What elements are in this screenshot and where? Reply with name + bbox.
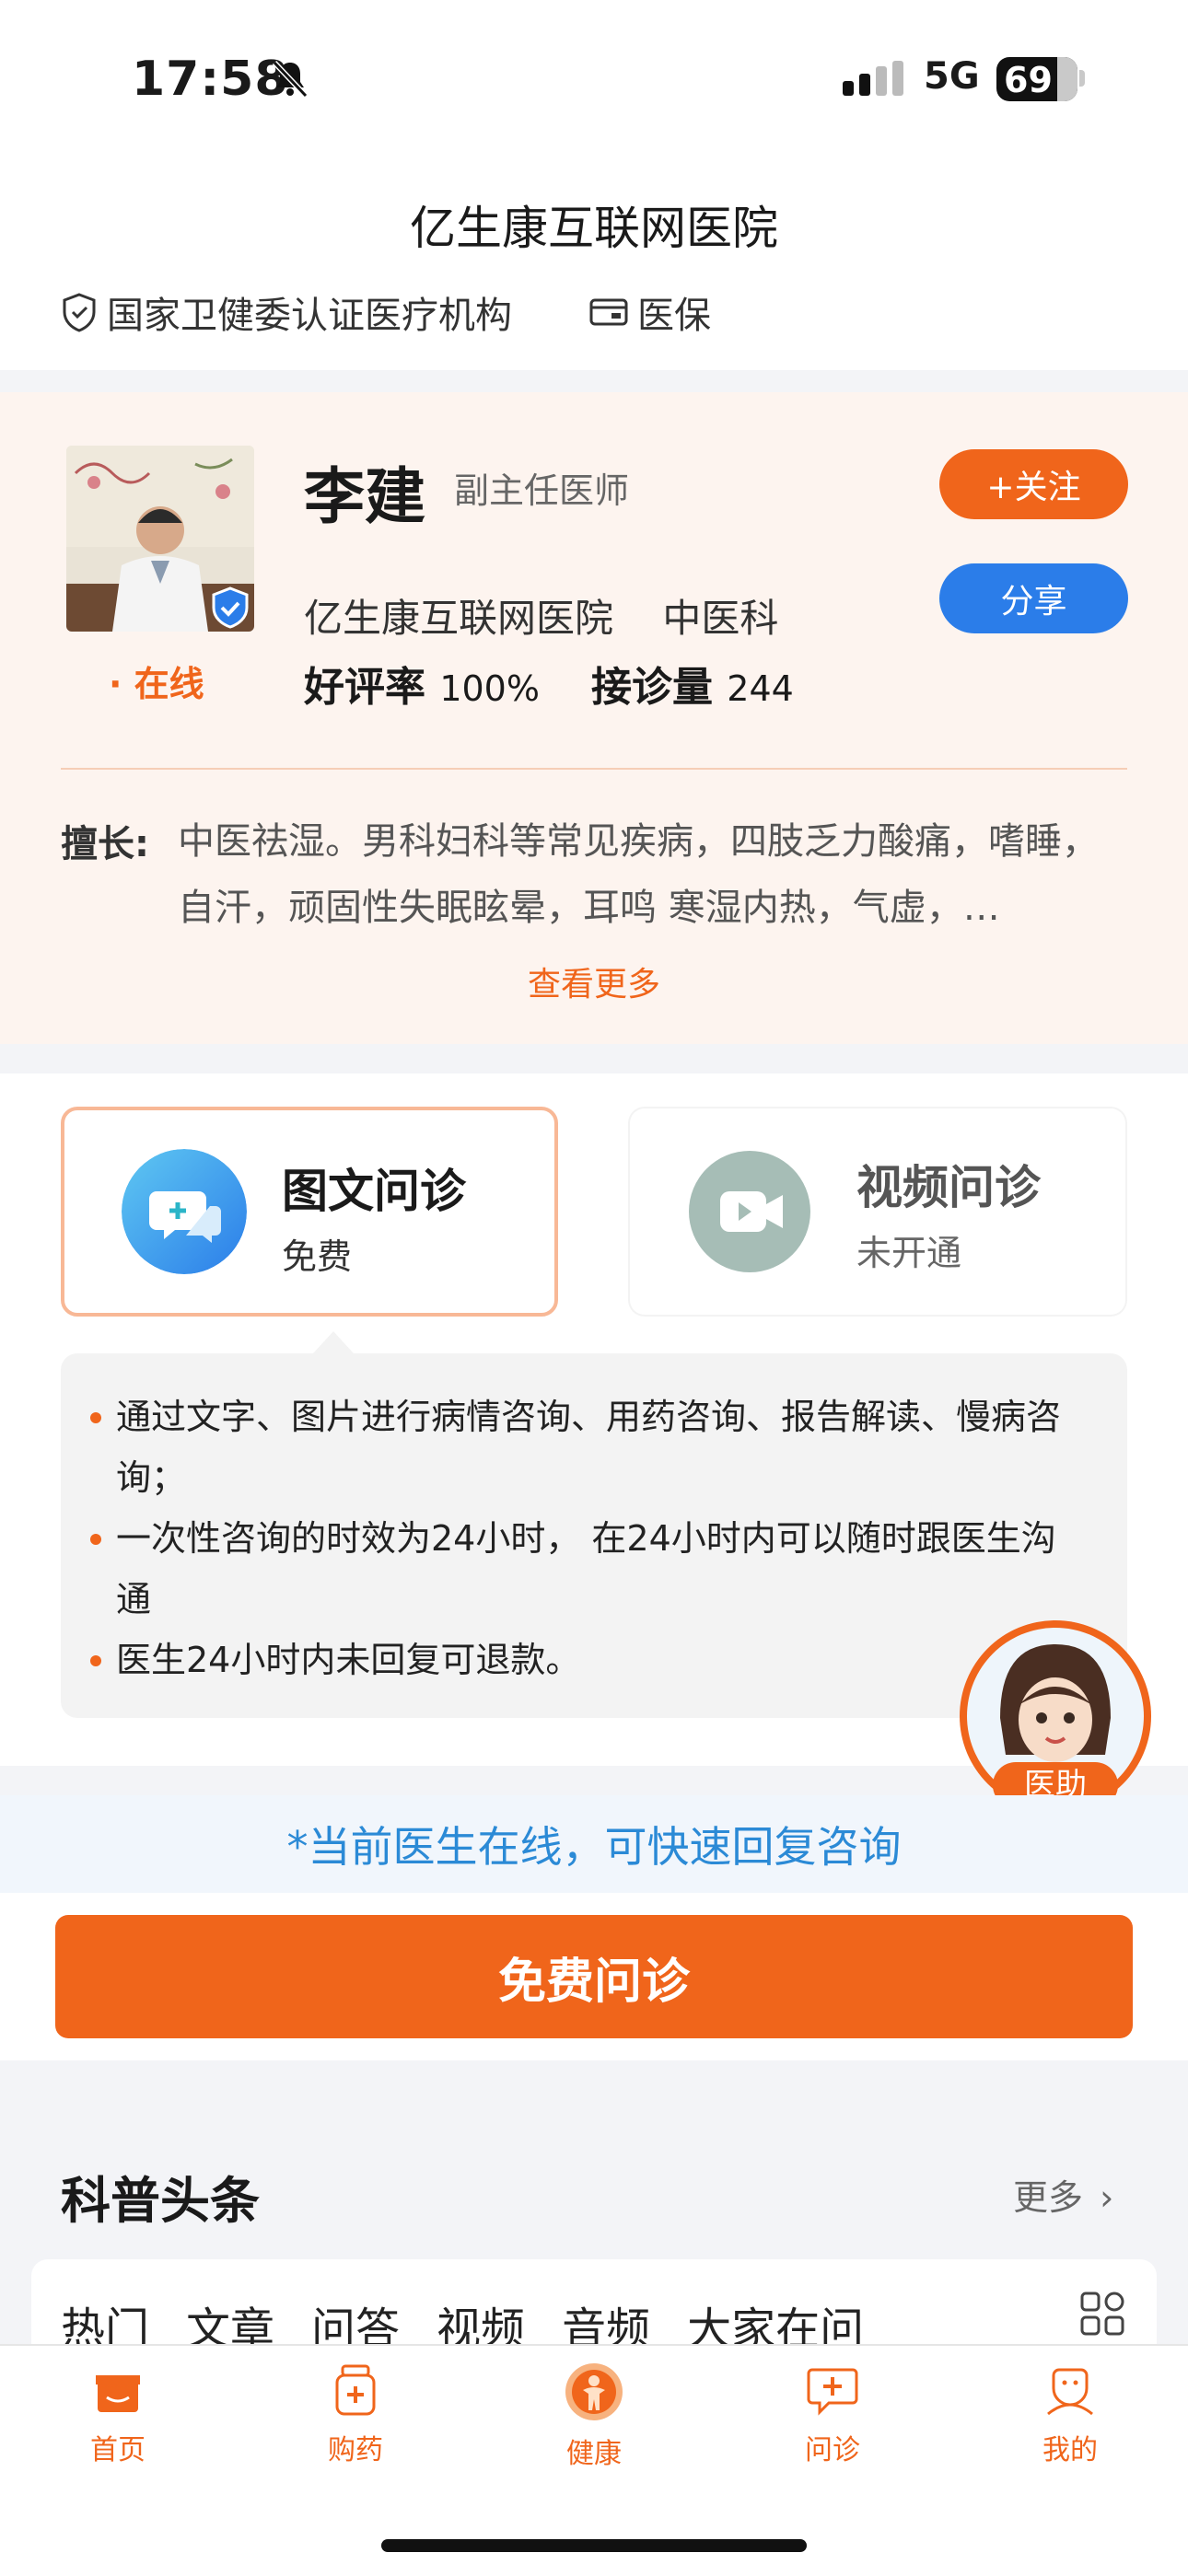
nav-profile[interactable]: 我的 [1006, 2362, 1135, 2467]
description-item: 医生24小时内未回复可退款。 [90, 1630, 1090, 1690]
insurance-tag: 医保 [589, 285, 711, 339]
option-title: 图文问诊 [282, 1165, 466, 1218]
more-label: 更多 [1013, 2177, 1084, 2218]
section-title: 科普头条 [61, 2172, 260, 2230]
doctor-stats: 好评率 100% 接诊量 244 [304, 654, 794, 713]
chat-bubble-icon [122, 1149, 247, 1274]
more-link[interactable]: 更多 › [1013, 2169, 1113, 2220]
battery-level: 69 [1004, 60, 1053, 100]
department-name: 中医科 [662, 596, 779, 641]
nav-label: 我的 [1042, 2434, 1098, 2466]
description-item: 通过文字、图片进行病情咨询、用药咨询、报告解读、慢病咨询； [90, 1387, 1090, 1508]
video-consult-option[interactable]: 视频问诊 未开通 [628, 1107, 1127, 1317]
option-title: 视频问诊 [856, 1161, 1041, 1214]
online-status: · 在线 [109, 664, 204, 704]
nav-label: 购药 [328, 2434, 383, 2466]
view-more-link[interactable]: 查看更多 [0, 957, 1188, 1005]
description-item: 一次性咨询的时效为24小时， 在24小时内可以随时跟医生沟通 [90, 1508, 1090, 1630]
doctor-name: 李建 [304, 461, 425, 532]
specialty-label: 擅长: [61, 823, 149, 865]
option-status: 未开通 [856, 1233, 962, 1273]
nav-label: 健康 [566, 2438, 622, 2470]
verified-badge-icon [212, 586, 249, 629]
card-divider [61, 768, 1127, 770]
text-consult-option[interactable]: 图文问诊 免费 [61, 1107, 558, 1317]
health-icon [565, 2363, 623, 2420]
doctor-title: 副主任医师 [454, 470, 630, 511]
medicine-icon [335, 2364, 376, 2416]
nav-health[interactable]: 健康 [530, 2362, 658, 2471]
rating-value: 100% [439, 668, 540, 709]
follow-button[interactable]: +关注 [939, 449, 1128, 519]
nav-home[interactable]: 首页 [53, 2362, 182, 2467]
battery-icon: 69 [996, 57, 1077, 101]
visits-label: 接诊量 [590, 664, 713, 711]
network-type: 5G [924, 55, 980, 98]
home-indicator [381, 2539, 807, 2552]
shield-icon [63, 293, 96, 332]
profile-icon [1047, 2368, 1093, 2416]
nav-label: 问诊 [805, 2434, 860, 2466]
nav-medicine[interactable]: 购药 [291, 2362, 420, 2467]
mute-bell-icon [272, 60, 309, 99]
battery-tip [1079, 70, 1085, 87]
option-price: 免费 [282, 1236, 353, 1277]
specialty-text: 中医祛湿。男科妇科等常见疾病，四肢乏力酸痛，嗜睡，自汗，顽固性失眠眩晕，耳鸣 寒… [178, 820, 1099, 929]
rating-label: 好评率 [304, 664, 425, 711]
doctor-affiliation: 亿生康互联网医院 中医科 [304, 587, 778, 644]
grid-menu-icon[interactable] [1079, 2291, 1125, 2337]
free-consult-button[interactable]: 免费问诊 [55, 1915, 1133, 2038]
visits-stat: 接诊量 244 [591, 654, 794, 713]
consult-icon [807, 2368, 858, 2416]
page-title: 亿生康互联网医院 [410, 202, 778, 255]
assistant-float-button[interactable]: 医助 [954, 1617, 1157, 1819]
visits-value: 244 [727, 668, 794, 709]
certification-tag: 国家卫健委认证医疗机构 [61, 285, 512, 339]
nav-consult[interactable]: 问诊 [768, 2362, 897, 2467]
share-button[interactable]: 分享 [939, 563, 1128, 633]
certification-text: 国家卫健委认证医疗机构 [107, 295, 512, 337]
status-time: 17:58 [132, 52, 289, 107]
card-icon [589, 298, 628, 326]
home-icon [96, 2375, 140, 2412]
rating-stat: 好评率 100% [304, 654, 540, 713]
signal-icon [843, 61, 903, 96]
chevron-right-icon: › [1100, 2177, 1114, 2218]
video-camera-icon [689, 1151, 810, 1272]
selection-pointer [313, 1331, 354, 1353]
hospital-name: 亿生康互联网医院 [304, 596, 614, 641]
online-notice-text: *当前医生在线，可快速回复咨询 [286, 1822, 902, 1872]
insurance-text: 医保 [637, 295, 711, 337]
nav-label: 首页 [90, 2434, 146, 2466]
